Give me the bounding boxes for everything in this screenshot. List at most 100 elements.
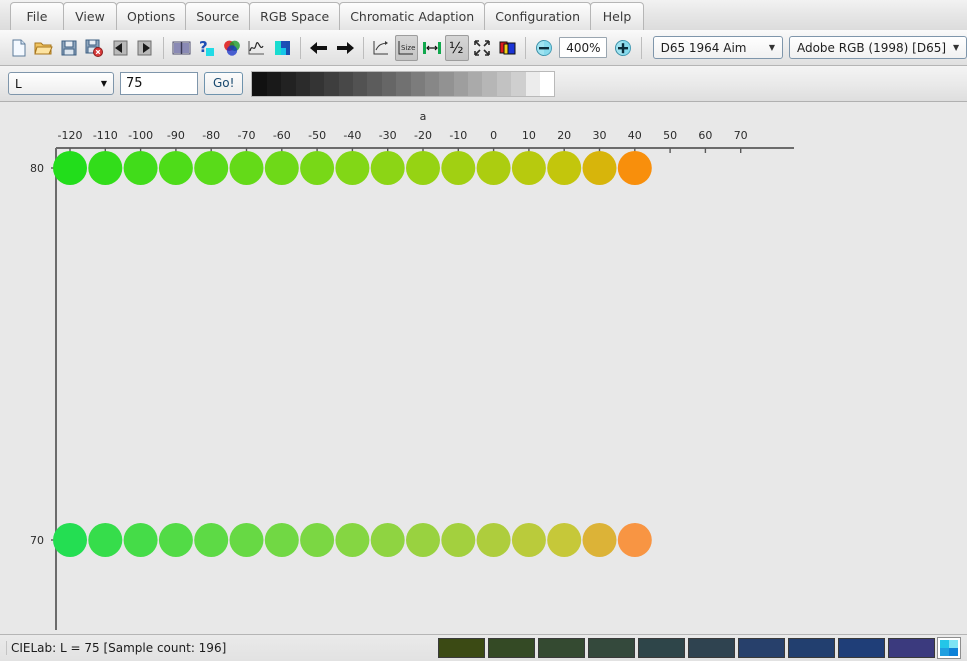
autoscale-icon[interactable] — [370, 35, 393, 61]
sample-circle[interactable] — [511, 523, 546, 557]
sample-circle[interactable] — [335, 523, 370, 557]
palette-swatch-1[interactable] — [488, 638, 535, 658]
sample-size-icon[interactable]: Size — [394, 34, 419, 61]
gray-band-10[interactable] — [396, 71, 411, 96]
sample-circle[interactable] — [582, 523, 617, 557]
sample-circle[interactable] — [264, 523, 299, 557]
grayscale-ramp[interactable] — [251, 70, 556, 97]
save-close-icon[interactable] — [83, 35, 106, 61]
gray-band-12[interactable] — [424, 71, 440, 96]
gray-band-4[interactable] — [309, 71, 325, 96]
color-wheel-icon[interactable] — [220, 35, 243, 61]
menu-configuration[interactable]: Configuration — [484, 2, 591, 30]
palette-swatch-5[interactable] — [688, 638, 735, 658]
open-folder-icon[interactable] — [32, 35, 55, 61]
gray-band-20[interactable] — [539, 71, 555, 96]
axis-select[interactable]: L ▼ — [8, 72, 114, 95]
sample-circle[interactable] — [194, 151, 229, 185]
sample-circle[interactable] — [53, 151, 87, 185]
sample-circle[interactable] — [229, 151, 264, 185]
gray-band-7[interactable] — [353, 71, 368, 96]
gray-band-8[interactable] — [367, 71, 382, 96]
curve-graph-icon[interactable] — [245, 35, 268, 61]
gray-band-6[interactable] — [338, 71, 354, 96]
gray-band-5[interactable] — [324, 71, 339, 96]
menu-help[interactable]: Help — [590, 2, 644, 30]
menu-options[interactable]: Options — [116, 2, 187, 30]
menu-chromatic-adaption[interactable]: Chromatic Adaption — [339, 2, 486, 30]
next-arrow-icon[interactable] — [333, 35, 357, 61]
gray-band-19[interactable] — [525, 71, 540, 96]
gray-band-0[interactable] — [252, 71, 267, 96]
sample-circle[interactable] — [370, 523, 405, 557]
plot-canvas[interactable]: -120 -110 -100 -90 -80 -70 -60 -50 -40 -30 -20 -10 0… — [0, 102, 967, 634]
sample-circle[interactable] — [617, 151, 652, 185]
gray-band-9[interactable] — [381, 71, 397, 96]
sample-circle[interactable] — [406, 151, 440, 185]
sample-circle[interactable] — [53, 523, 87, 557]
step-back-icon[interactable] — [108, 35, 131, 61]
gray-band-16[interactable] — [482, 71, 497, 96]
palette-swatch-0[interactable] — [438, 638, 485, 658]
sample-circle[interactable] — [547, 151, 582, 185]
sample-circle[interactable] — [158, 523, 193, 557]
lightness-input[interactable]: 75 — [120, 72, 198, 95]
chromaticity-plot[interactable]: -120 -110 -100 -90 -80 -70 -60 -50 -40 -30 -20 -10 0… — [0, 102, 967, 634]
gray-band-14[interactable] — [453, 71, 469, 96]
menu-view[interactable]: View — [63, 2, 117, 30]
layers-icon[interactable] — [496, 35, 519, 61]
sample-circle[interactable] — [441, 523, 476, 557]
sample-circle[interactable] — [547, 523, 582, 557]
sample-circle[interactable] — [123, 151, 158, 185]
palette-swatch-6[interactable] — [738, 638, 785, 658]
sample-circle[interactable] — [476, 523, 511, 557]
sample-circle[interactable] — [264, 151, 299, 185]
selected-color-bars-icon[interactable] — [937, 637, 961, 659]
zoom-in-icon[interactable] — [611, 35, 634, 61]
menu-source[interactable]: Source — [185, 2, 251, 30]
sample-circle[interactable] — [300, 151, 335, 185]
color-bars-icon[interactable] — [271, 35, 294, 61]
menu-rgb-space[interactable]: RGB Space — [249, 2, 341, 30]
sample-circle[interactable] — [406, 523, 440, 557]
gray-band-15[interactable] — [468, 71, 483, 96]
gray-band-11[interactable] — [410, 71, 425, 96]
previous-arrow-icon[interactable] — [307, 35, 331, 61]
gray-band-2[interactable] — [281, 71, 296, 96]
gray-band-3[interactable] — [295, 71, 310, 96]
new-document-icon[interactable] — [7, 35, 30, 61]
sample-circle[interactable] — [511, 151, 546, 185]
gray-band-17[interactable] — [496, 71, 512, 96]
gray-band-13[interactable] — [439, 71, 454, 96]
sample-circle[interactable] — [229, 523, 264, 557]
rgb-space-select[interactable]: Adobe RGB (1998) [D65] ▼ — [788, 36, 967, 59]
palette-swatch-7[interactable] — [788, 638, 835, 658]
palette-swatch-2[interactable] — [538, 638, 585, 658]
go-button[interactable]: Go! — [204, 72, 244, 95]
zoom-level-input[interactable]: 400% — [559, 37, 608, 58]
sample-circle[interactable] — [88, 523, 123, 557]
half-scale-icon[interactable]: ½ — [445, 34, 469, 61]
gray-band-18[interactable] — [511, 71, 526, 96]
help-query-icon[interactable]: ? — [195, 35, 218, 61]
book-icon[interactable] — [169, 35, 192, 61]
sample-circle[interactable] — [158, 151, 193, 185]
palette-swatch-8[interactable] — [838, 638, 885, 658]
save-icon[interactable] — [58, 35, 81, 61]
swatch-row[interactable] — [438, 637, 963, 659]
aim-illuminant-select[interactable]: D65 1964 Aim ▼ — [652, 36, 783, 59]
sample-circle[interactable] — [300, 523, 335, 557]
palette-swatch-4[interactable] — [638, 638, 685, 658]
sample-circle[interactable] — [370, 151, 405, 185]
sample-circle[interactable] — [441, 151, 476, 185]
sample-circle[interactable] — [335, 151, 370, 185]
sample-circle[interactable] — [194, 523, 229, 557]
gray-band-1[interactable] — [266, 71, 282, 96]
sample-circle[interactable] — [88, 151, 123, 185]
zoom-out-icon[interactable] — [532, 35, 555, 61]
palette-swatch-3[interactable] — [588, 638, 635, 658]
step-forward-icon[interactable] — [133, 35, 156, 61]
sample-circle[interactable] — [476, 151, 511, 185]
sample-circle[interactable] — [617, 523, 652, 557]
sample-circle[interactable] — [123, 523, 158, 557]
